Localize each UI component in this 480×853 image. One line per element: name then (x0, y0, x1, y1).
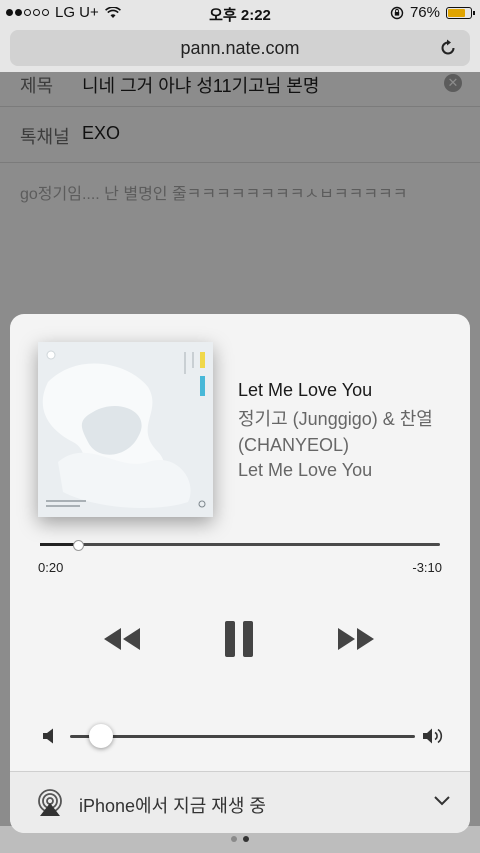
chevron-down-icon[interactable] (434, 796, 450, 806)
title-input[interactable]: 니네 그거 아냐 성11기고님 본명 (82, 72, 319, 98)
airplay-label: iPhone에서 지금 재생 중 (79, 796, 266, 816)
page-indicator (0, 836, 480, 842)
volume-handle[interactable] (89, 724, 114, 748)
battery-icon (446, 6, 475, 19)
pause-icon[interactable] (222, 619, 256, 659)
channel-value[interactable]: EXO (82, 123, 120, 144)
battery-level (448, 8, 465, 17)
fast-forward-icon[interactable] (336, 619, 376, 659)
channel-label: 톡채널 (20, 127, 70, 147)
remaining-time: -3:10 (412, 560, 442, 575)
progress-handle[interactable] (73, 540, 84, 551)
reload-icon[interactable] (438, 38, 458, 58)
title-label: 제목 (20, 76, 54, 96)
url-text: pann.nate.com (180, 38, 300, 58)
track-title: Let Me Love You (238, 380, 373, 400)
speaker-low-icon (43, 728, 53, 744)
progress-scrubber[interactable] (40, 540, 440, 551)
rotation-lock-icon (390, 6, 404, 19)
airplay-icon (38, 789, 62, 816)
track-album: Let Me Love You (238, 460, 373, 480)
clear-icon[interactable]: ✕ (444, 74, 462, 92)
speaker-high-icon (423, 728, 443, 744)
comment-text[interactable]: go정기임.... 난 별명인 줄ㅋㅋㅋㅋㅋㅋㅋㅋㅅㅂㅋㅋㅋㅋㅋ (20, 180, 407, 204)
elapsed-time: 0:20 (38, 560, 64, 575)
channel-row: 톡채널 EXO (0, 106, 480, 163)
track-artist: 정기고 (Junggigo) & 찬열 (CHANYEOL) (238, 409, 433, 455)
rewind-icon[interactable] (102, 619, 142, 659)
title-row: 제목 니네 그거 아냐 성11기고님 본명 ✕ (0, 64, 480, 107)
address-bar[interactable]: pann.nate.com (10, 30, 470, 66)
now-playing-card: Let Me Love You 정기고 (Junggigo) & 찬열 (CHA… (10, 314, 470, 833)
battery-percent: 76% (409, 4, 440, 21)
status-bar: LG U+ 오후 2:22 76% (0, 0, 480, 26)
volume-slider[interactable] (70, 724, 415, 748)
album-artwork (38, 342, 213, 517)
airplay-row[interactable]: iPhone에서 지금 재생 중 (10, 771, 470, 833)
